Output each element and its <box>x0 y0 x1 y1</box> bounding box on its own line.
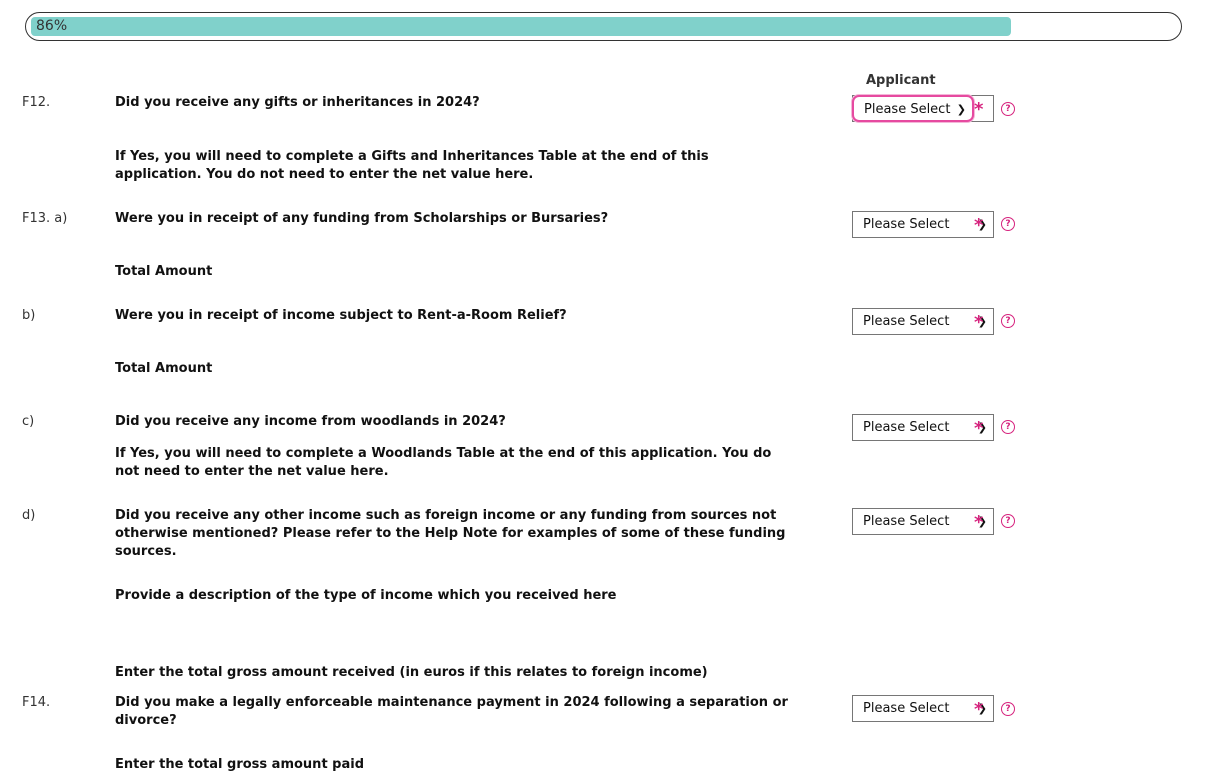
select-f12[interactable]: Please Select ❯ <box>852 95 974 122</box>
help-icon[interactable]: ? <box>1001 102 1015 116</box>
select-value: Please Select <box>863 420 950 435</box>
select-d[interactable]: Please Select ❯ <box>852 508 994 535</box>
select-f14[interactable]: Please Select ❯ <box>852 695 994 722</box>
required-asterisk-icon: * <box>974 215 984 236</box>
required-asterisk-icon: * <box>974 418 984 439</box>
select-value: Please Select <box>864 102 951 117</box>
total-label-f14: Enter the total gross amount paid <box>115 757 365 772</box>
required-asterisk-icon: * <box>974 699 984 720</box>
select-value: Please Select <box>863 314 950 329</box>
question-f14: Did you make a legally enforceable maint… <box>115 695 788 728</box>
question-number-f14: F14. <box>22 695 51 710</box>
total-label-f13a: Total Amount <box>115 264 213 279</box>
description-label-d: Provide a description of the type of inc… <box>115 588 617 603</box>
required-asterisk-icon: * <box>974 512 984 533</box>
applicant-column-header: Applicant <box>866 73 936 88</box>
select-value: Please Select <box>863 514 950 529</box>
help-icon[interactable]: ? <box>1001 314 1015 328</box>
note-c: If Yes, you will need to complete a Wood… <box>115 446 772 479</box>
total-label-b: Total Amount <box>115 361 213 376</box>
progress-bar: 86% <box>25 12 1182 41</box>
question-number-f12: F12. <box>22 95 51 110</box>
progress-label: 86% <box>36 18 68 34</box>
select-value: Please Select <box>863 217 950 232</box>
required-asterisk-icon: * <box>974 312 984 333</box>
question-b: Were you in receipt of income subject to… <box>115 308 567 323</box>
select-value: Please Select <box>863 701 950 716</box>
select-b[interactable]: Please Select ❯ <box>852 308 994 335</box>
question-number-c: c) <box>22 414 35 429</box>
note-f12: If Yes, you will need to complete a Gift… <box>115 149 709 182</box>
required-asterisk-icon: * <box>974 99 984 120</box>
select-f13a[interactable]: Please Select ❯ <box>852 211 994 238</box>
help-icon[interactable]: ? <box>1001 217 1015 231</box>
question-f12: Did you receive any gifts or inheritance… <box>115 95 480 110</box>
progress-fill <box>31 17 1011 36</box>
chevron-down-icon: ❯ <box>956 103 966 116</box>
help-icon[interactable]: ? <box>1001 514 1015 528</box>
question-d: Did you receive any other income such as… <box>115 508 786 559</box>
gross-amount-label-d: Enter the total gross amount received (i… <box>115 665 708 680</box>
question-number-f13a: F13. a) <box>22 211 68 226</box>
question-f13a: Were you in receipt of any funding from … <box>115 211 609 226</box>
help-icon[interactable]: ? <box>1001 702 1015 716</box>
question-number-b: b) <box>22 308 36 323</box>
question-c: Did you receive any income from woodland… <box>115 414 506 429</box>
select-c[interactable]: Please Select ❯ <box>852 414 994 441</box>
help-icon[interactable]: ? <box>1001 420 1015 434</box>
question-number-d: d) <box>22 508 36 523</box>
